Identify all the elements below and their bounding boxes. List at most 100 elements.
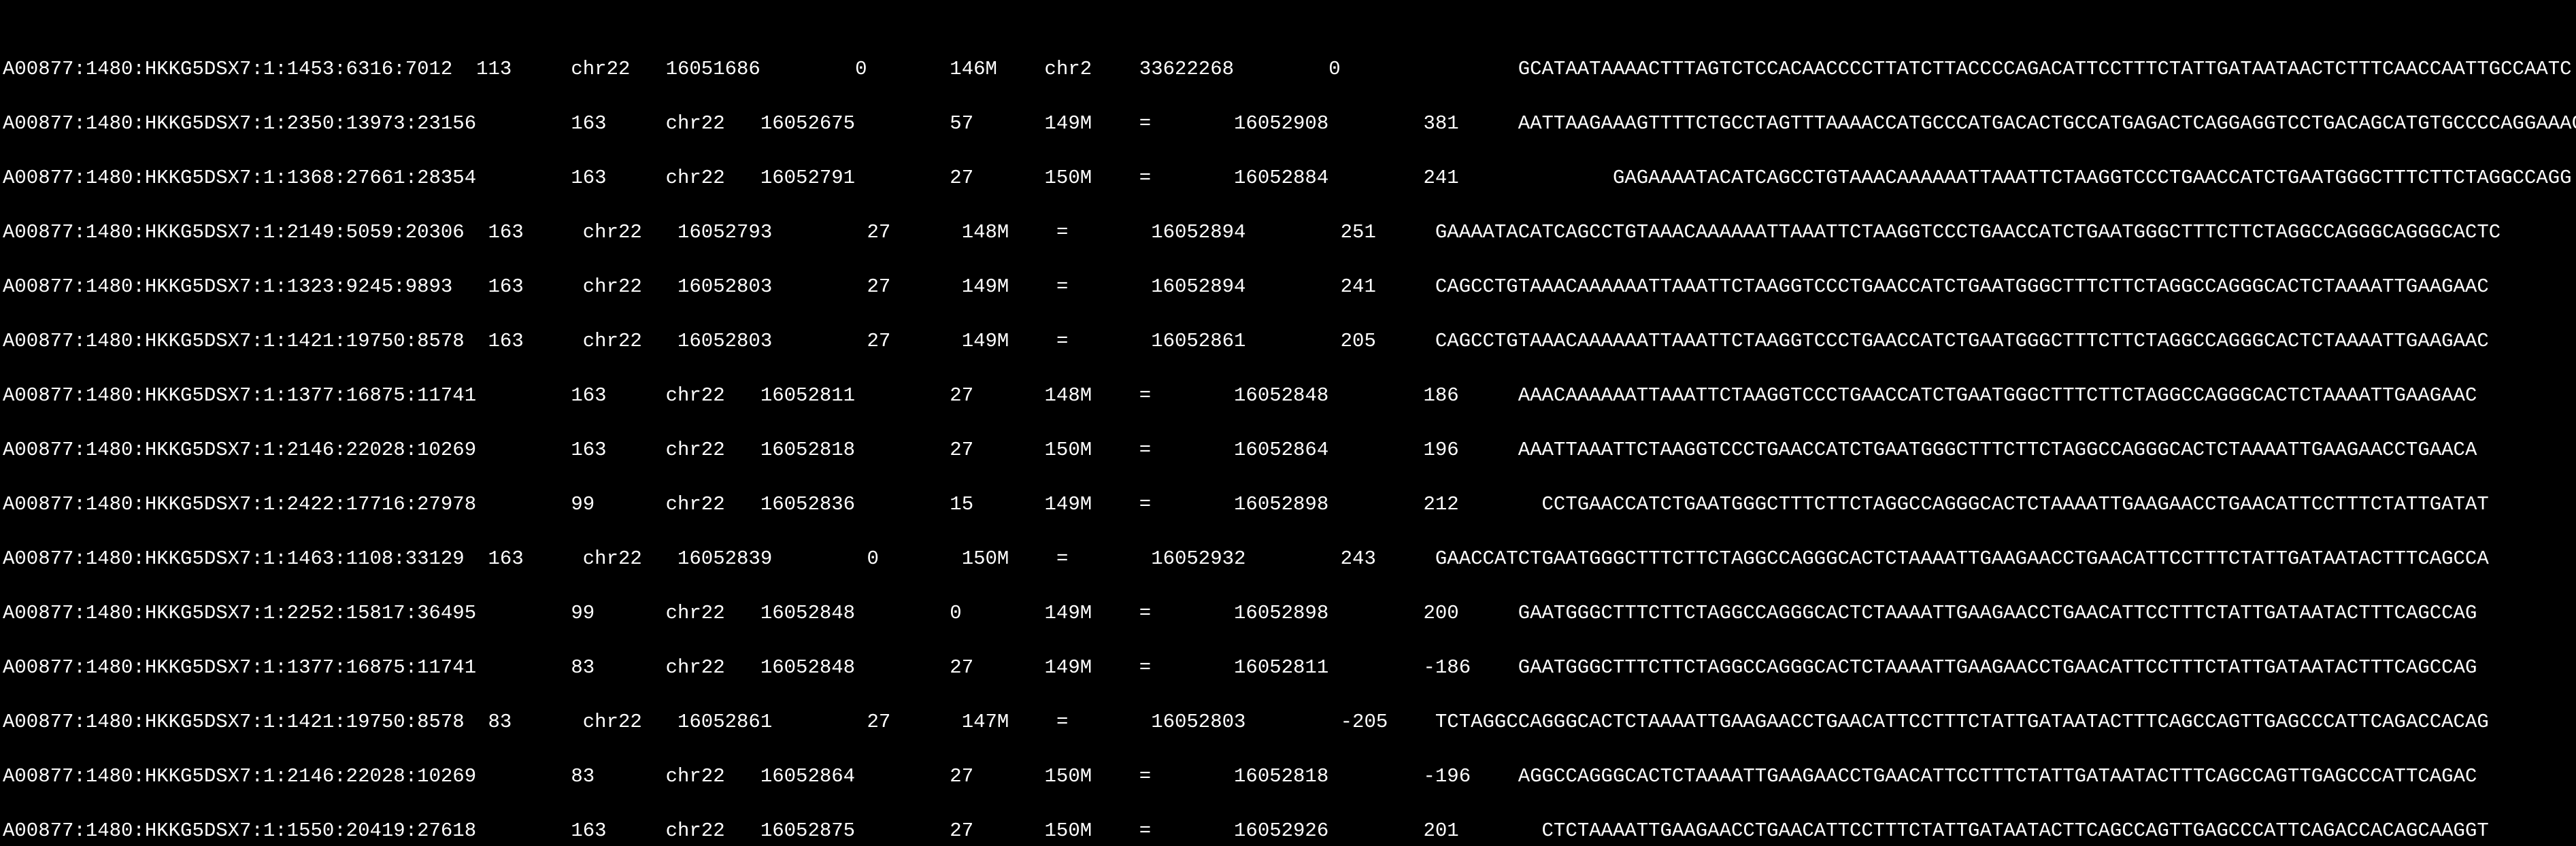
cell: chr22 <box>666 167 725 189</box>
cell: GAATGGGCTTTCTTCTAGGCCAGGGCACTCTAAAATTGAA… <box>1518 656 2477 679</box>
cell: = <box>1139 602 1151 624</box>
cell: 148M <box>962 221 1009 243</box>
cell: TCTAGGCCAGGGCACTCTAAAATTGAAGAACCTGAACATT… <box>1435 711 2489 733</box>
cell: 163 <box>488 330 524 352</box>
cell: 99 <box>571 493 595 515</box>
cell: 27 <box>867 221 890 243</box>
cell: -196 <box>1423 765 1471 788</box>
cell: A00877:1480:HKKG5DSX7:1:1377:16875:11741 <box>3 656 476 679</box>
cell: 83 <box>488 711 512 733</box>
cell: 83 <box>571 656 595 679</box>
cell: 27 <box>867 711 890 733</box>
cell: = <box>1139 112 1151 135</box>
cell: 149M <box>1045 493 1092 515</box>
cell: 27 <box>950 765 973 788</box>
cell: 16052864 <box>1234 439 1328 461</box>
cell: 16052803 <box>1151 711 1245 733</box>
cell: 149M <box>1045 602 1092 624</box>
cell: 163 <box>488 221 524 243</box>
cell: CAGCCTGTAAACAAAAAATTAAATTCTAAGGTCCCTGAAC… <box>1435 275 2489 298</box>
cell: GAAAATACATCAGCCTGTAAACAAAAAATTAAATTCTAAG… <box>1435 221 2500 243</box>
cell: A00877:1480:HKKG5DSX7:1:2146:22028:10269 <box>3 439 476 461</box>
cell: = <box>1139 819 1151 842</box>
cell: 16052932 <box>1151 547 1245 570</box>
cell: 147M <box>962 711 1009 733</box>
cell: 16052875 <box>760 819 855 842</box>
cell: 16052848 <box>1234 384 1328 407</box>
cell: 150M <box>1045 167 1092 189</box>
sam-row: A00877:1480:HKKG5DSX7:1:2252:15817:36495… <box>3 600 2573 627</box>
cell: chr22 <box>583 275 642 298</box>
sam-row: A00877:1480:HKKG5DSX7:1:2146:22028:10269… <box>3 763 2573 790</box>
sam-row: A00877:1480:HKKG5DSX7:1:1377:16875:11741… <box>3 382 2573 409</box>
cell: chr22 <box>583 221 642 243</box>
cell: 200 <box>1423 602 1458 624</box>
cell: 163 <box>488 547 524 570</box>
cell: chr22 <box>666 819 725 842</box>
cell: 16052803 <box>678 275 772 298</box>
sam-row: A00877:1480:HKKG5DSX7:1:1323:9245:9893 1… <box>3 273 2573 301</box>
cell: A00877:1480:HKKG5DSX7:1:2146:22028:10269 <box>3 765 476 788</box>
cell: 150M <box>1045 819 1092 842</box>
cell: 27 <box>950 167 973 189</box>
cell: 113 <box>476 58 512 80</box>
cell: 27 <box>867 275 890 298</box>
cell: A00877:1480:HKKG5DSX7:1:1368:27661:28354 <box>3 167 476 189</box>
sam-row: A00877:1480:HKKG5DSX7:1:1550:20419:27618… <box>3 817 2573 845</box>
cell: chr22 <box>583 547 642 570</box>
cell: 163 <box>571 819 606 842</box>
cell: 16052898 <box>1234 493 1328 515</box>
cell: 16052839 <box>678 547 772 570</box>
sam-row: A00877:1480:HKKG5DSX7:1:1463:1108:33129 … <box>3 545 2573 573</box>
cell: = <box>1139 439 1151 461</box>
cell: chr22 <box>666 493 725 515</box>
cell: 16052811 <box>760 384 855 407</box>
cell: chr22 <box>583 330 642 352</box>
cell: 201 <box>1423 819 1458 842</box>
cell: 163 <box>571 167 606 189</box>
cell: 186 <box>1423 384 1458 407</box>
sam-row: A00877:1480:HKKG5DSX7:1:1377:16875:11741… <box>3 654 2573 681</box>
cell: 83 <box>571 765 595 788</box>
cell: 205 <box>1341 330 1376 352</box>
cell: = <box>1056 275 1068 298</box>
cell: A00877:1480:HKKG5DSX7:1:1377:16875:11741 <box>3 384 476 407</box>
cell: 0 <box>950 602 961 624</box>
cell: 150M <box>1045 439 1092 461</box>
sam-row: A00877:1480:HKKG5DSX7:1:2422:17716:27978… <box>3 491 2573 518</box>
sam-row: A00877:1480:HKKG5DSX7:1:1368:27661:28354… <box>3 165 2573 192</box>
cell: A00877:1480:HKKG5DSX7:1:1323:9245:9893 <box>3 275 452 298</box>
cell: 163 <box>571 112 606 135</box>
cell: 150M <box>962 547 1009 570</box>
cell: 149M <box>962 275 1009 298</box>
cell: 16052836 <box>760 493 855 515</box>
cell: 150M <box>1045 765 1092 788</box>
cell: chr22 <box>666 439 725 461</box>
cell: 0 <box>867 547 878 570</box>
cell: GAGAAAATACATCAGCCTGTAAACAAAAAATTAAATTCTA… <box>1613 167 2572 189</box>
cell: chr22 <box>666 765 725 788</box>
cell: 241 <box>1341 275 1376 298</box>
cell: 0 <box>1328 58 1340 80</box>
sam-row: A00877:1480:HKKG5DSX7:1:2350:13973:23156… <box>3 110 2573 137</box>
cell: 15 <box>950 493 973 515</box>
cell: 16052848 <box>760 656 855 679</box>
cell: 27 <box>950 384 973 407</box>
cell: chr22 <box>666 602 725 624</box>
cell: 16052791 <box>760 167 855 189</box>
cell: chr22 <box>666 112 725 135</box>
cell: 16052861 <box>1151 330 1245 352</box>
cell: = <box>1139 493 1151 515</box>
cell: 16052894 <box>1151 275 1245 298</box>
cell: A00877:1480:HKKG5DSX7:1:2422:17716:27978 <box>3 493 476 515</box>
cell: 241 <box>1423 167 1458 189</box>
cell: 163 <box>488 275 524 298</box>
sam-row: A00877:1480:HKKG5DSX7:1:2146:22028:10269… <box>3 437 2573 464</box>
cell: 16052861 <box>678 711 772 733</box>
cell: 149M <box>1045 112 1092 135</box>
cell: AAATTAAATTCTAAGGTCCCTGAACCATCTGAATGGGCTT… <box>1518 439 2477 461</box>
sam-row: A00877:1480:HKKG5DSX7:1:1421:19750:8578 … <box>3 328 2573 355</box>
cell: chr22 <box>666 656 725 679</box>
sam-row: A00877:1480:HKKG5DSX7:1:1421:19750:8578 … <box>3 709 2573 736</box>
cell: 196 <box>1423 439 1458 461</box>
